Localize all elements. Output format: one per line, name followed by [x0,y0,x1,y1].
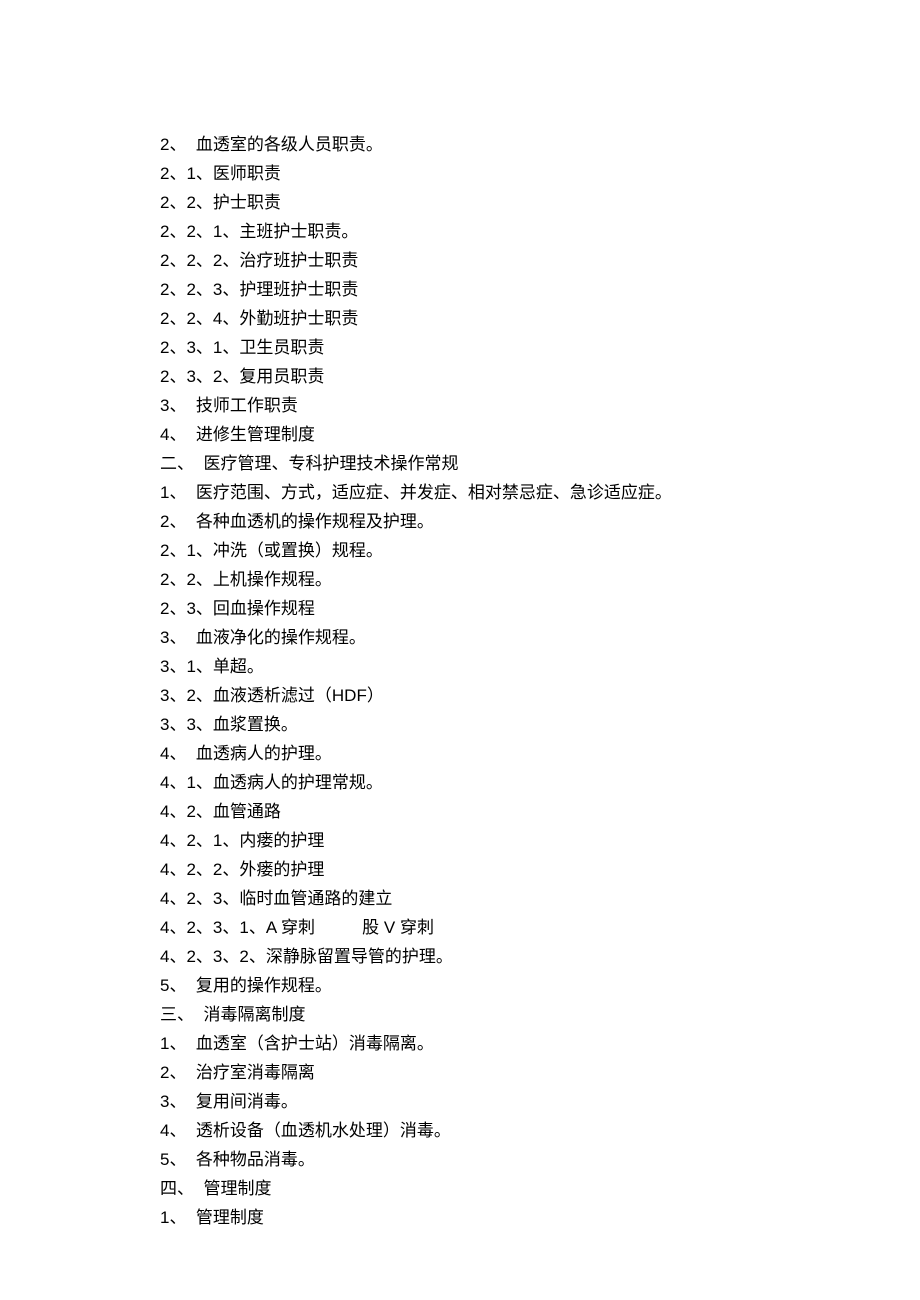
text-line: 4、1、血透病人的护理常规。 [160,768,760,797]
text-line: 5、 复用的操作规程。 [160,971,760,1000]
text-line: 2、2、3、护理班护士职责 [160,275,760,304]
text-line: 3、 复用间消毒。 [160,1087,760,1116]
text-line: 2、 各种血透机的操作规程及护理。 [160,507,760,536]
text-line: 1、 医疗范围、方式，适应症、并发症、相对禁忌症、急诊适应症。 [160,478,760,507]
text-line: 2、2、1、主班护士职责。 [160,217,760,246]
text-line: 1、 血透室（含护士站）消毒隔离。 [160,1029,760,1058]
text-line: 4、2、1、内瘘的护理 [160,826,760,855]
text-line: 4、 透析设备（血透机水处理）消毒。 [160,1116,760,1145]
text-line: 2、 治疗室消毒隔离 [160,1058,760,1087]
text-line: 4、2、3、临时血管通路的建立 [160,884,760,913]
text-line: 二、 医疗管理、专科护理技术操作常规 [160,449,760,478]
text-line: 4、 进修生管理制度 [160,420,760,449]
text-line: 3、3、血浆置换。 [160,710,760,739]
text-line: 1、 管理制度 [160,1203,760,1232]
text-line: 3、1、单超。 [160,652,760,681]
text-line: 2、 血透室的各级人员职责。 [160,130,760,159]
text-line: 2、3、2、复用员职责 [160,362,760,391]
text-line: 2、1、医师职责 [160,159,760,188]
text-line: 三、 消毒隔离制度 [160,1000,760,1029]
text-line: 4、2、血管通路 [160,797,760,826]
text-line: 2、3、1、卫生员职责 [160,333,760,362]
text-line: 2、2、上机操作规程。 [160,565,760,594]
text-line: 3、 血液净化的操作规程。 [160,623,760,652]
text-line: 3、 技师工作职责 [160,391,760,420]
text-line: 5、 各种物品消毒。 [160,1145,760,1174]
text-line: 四、 管理制度 [160,1174,760,1203]
text-line: 4、2、2、外瘘的护理 [160,855,760,884]
text-line: 2、2、护士职责 [160,188,760,217]
text-line: 2、2、4、外勤班护士职责 [160,304,760,333]
text-line: 4、2、3、1、A 穿刺 股 V 穿刺 [160,913,760,942]
text-line: 4、 血透病人的护理。 [160,739,760,768]
text-line: 2、2、2、治疗班护士职责 [160,246,760,275]
text-line: 4、2、3、2、深静脉留置导管的护理。 [160,942,760,971]
text-line: 2、3、回血操作规程 [160,594,760,623]
document-page: 2、 血透室的各级人员职责。 2、1、医师职责 2、2、护士职责 2、2、1、主… [0,0,920,1232]
text-line: 3、2、血液透析滤过（HDF） [160,681,760,710]
text-line: 2、1、冲洗（或置换）规程。 [160,536,760,565]
